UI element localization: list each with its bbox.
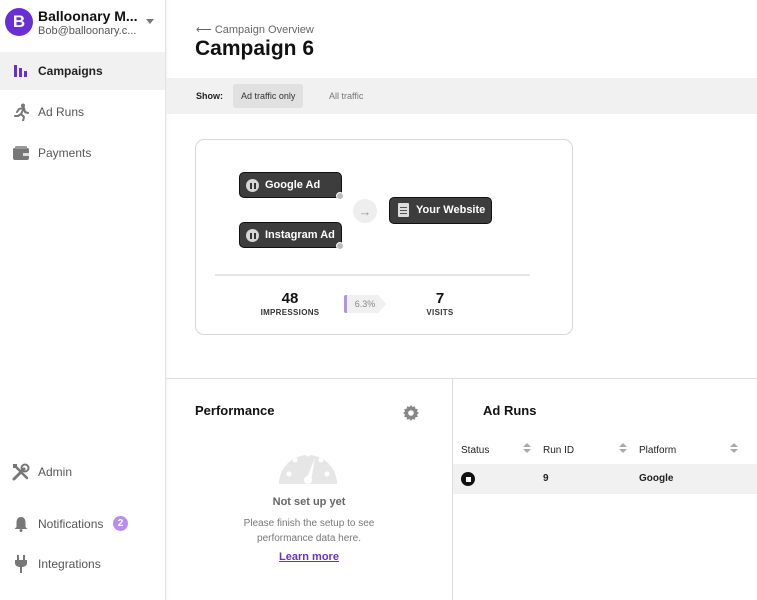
- column-header-status[interactable]: Status: [461, 445, 489, 456]
- pause-icon[interactable]: [246, 179, 259, 192]
- source-node-label: Google Ad: [265, 179, 321, 191]
- stopped-status-icon: [461, 472, 475, 486]
- column-header-run-id[interactable]: Run ID: [543, 445, 574, 456]
- document-icon: [398, 203, 409, 217]
- traffic-filter-bar: Show: Ad traffic only All traffic: [166, 78, 757, 114]
- back-to-campaign-overview-link[interactable]: ⟵ Campaign Overview: [196, 23, 314, 36]
- caret-down-icon[interactable]: [146, 19, 154, 24]
- account-email: Bob@balloonary.c...: [38, 25, 137, 37]
- source-node-label: Instagram Ad: [265, 229, 335, 241]
- connector-handle[interactable]: [336, 242, 344, 250]
- destination-node-website[interactable]: Your Website: [389, 197, 492, 224]
- sidebar-item-label: Payments: [38, 146, 92, 160]
- sidebar-item-label: Campaigns: [38, 64, 103, 78]
- show-label: Show:: [196, 91, 223, 101]
- brand-logo: B: [5, 8, 33, 36]
- running-person-icon: [12, 103, 30, 121]
- sidebar-item-label: Admin: [38, 465, 73, 479]
- performance-title: Performance: [195, 403, 275, 418]
- sidebar-item-campaigns[interactable]: Campaigns: [0, 52, 165, 90]
- platform-cell: Google: [639, 473, 674, 484]
- filter-all-traffic[interactable]: All traffic: [321, 84, 371, 108]
- section-divider: [166, 378, 757, 379]
- speedometer-icon: [277, 440, 339, 484]
- sort-icon[interactable]: [523, 443, 531, 455]
- sidebar: B Balloonary M... Bob@balloonary.c... Ca…: [0, 0, 166, 600]
- sidebar-item-label: Integrations: [38, 557, 101, 571]
- page-title: Campaign 6: [195, 37, 315, 60]
- wallet-icon: [12, 144, 30, 162]
- plug-icon: [12, 555, 30, 573]
- arrow-right-icon: →: [353, 199, 377, 223]
- gear-icon[interactable]: [403, 405, 419, 421]
- sort-icon[interactable]: [619, 443, 627, 455]
- account-name: Balloonary M...: [38, 8, 138, 24]
- conversion-rate-accent: [344, 295, 347, 313]
- sidebar-item-label: Notifications: [38, 517, 104, 531]
- pause-icon[interactable]: [246, 229, 259, 242]
- sidebar-item-admin[interactable]: Admin: [0, 453, 165, 491]
- sidebar-item-payments[interactable]: Payments: [0, 134, 165, 172]
- sidebar-item-notifications[interactable]: Notifications 2: [0, 505, 165, 543]
- divider: [215, 274, 530, 276]
- impressions-value: 48: [281, 290, 299, 307]
- connector-handle[interactable]: [336, 192, 344, 200]
- tools-icon: [12, 463, 30, 481]
- source-node-google-ad[interactable]: Google Ad: [239, 172, 344, 200]
- sidebar-item-label: Ad Runs: [38, 105, 85, 119]
- visits-label: VISITS: [426, 308, 454, 317]
- table-row[interactable]: 9 Google: [453, 464, 757, 494]
- learn-more-link[interactable]: Learn more: [166, 551, 452, 563]
- sort-icon[interactable]: [730, 443, 738, 455]
- filter-ad-traffic-only[interactable]: Ad traffic only: [233, 84, 304, 108]
- account-switcher[interactable]: B Balloonary M... Bob@balloonary.c...: [0, 0, 166, 48]
- sidebar-item-ad-runs[interactable]: Ad Runs: [0, 93, 165, 131]
- source-node-instagram-ad[interactable]: Instagram Ad: [239, 222, 344, 250]
- impressions-label: IMPRESSIONS: [260, 308, 320, 317]
- empty-state-title: Not set up yet: [272, 496, 346, 508]
- bell-icon: [12, 515, 30, 533]
- ad-runs-title: Ad Runs: [483, 403, 537, 418]
- run-id-cell: 9: [543, 473, 549, 484]
- notifications-count-badge: 2: [113, 516, 128, 531]
- traffic-flow-card: Google Ad Instagram Ad → Your Website 48…: [195, 139, 573, 335]
- column-header-platform[interactable]: Platform: [639, 445, 676, 456]
- main-content: ⟵ Campaign Overview Campaign 6 Show: Ad …: [166, 0, 757, 600]
- conversion-rate-badge: 6.3%: [344, 295, 386, 313]
- table-header: Status Run ID Platform: [453, 438, 757, 463]
- empty-state-description: Please finish the setup to see performan…: [243, 518, 375, 544]
- visits-value: 7: [435, 290, 445, 307]
- destination-node-label: Your Website: [416, 204, 486, 216]
- sidebar-item-integrations[interactable]: Integrations: [0, 545, 165, 583]
- campaigns-icon: [12, 62, 30, 80]
